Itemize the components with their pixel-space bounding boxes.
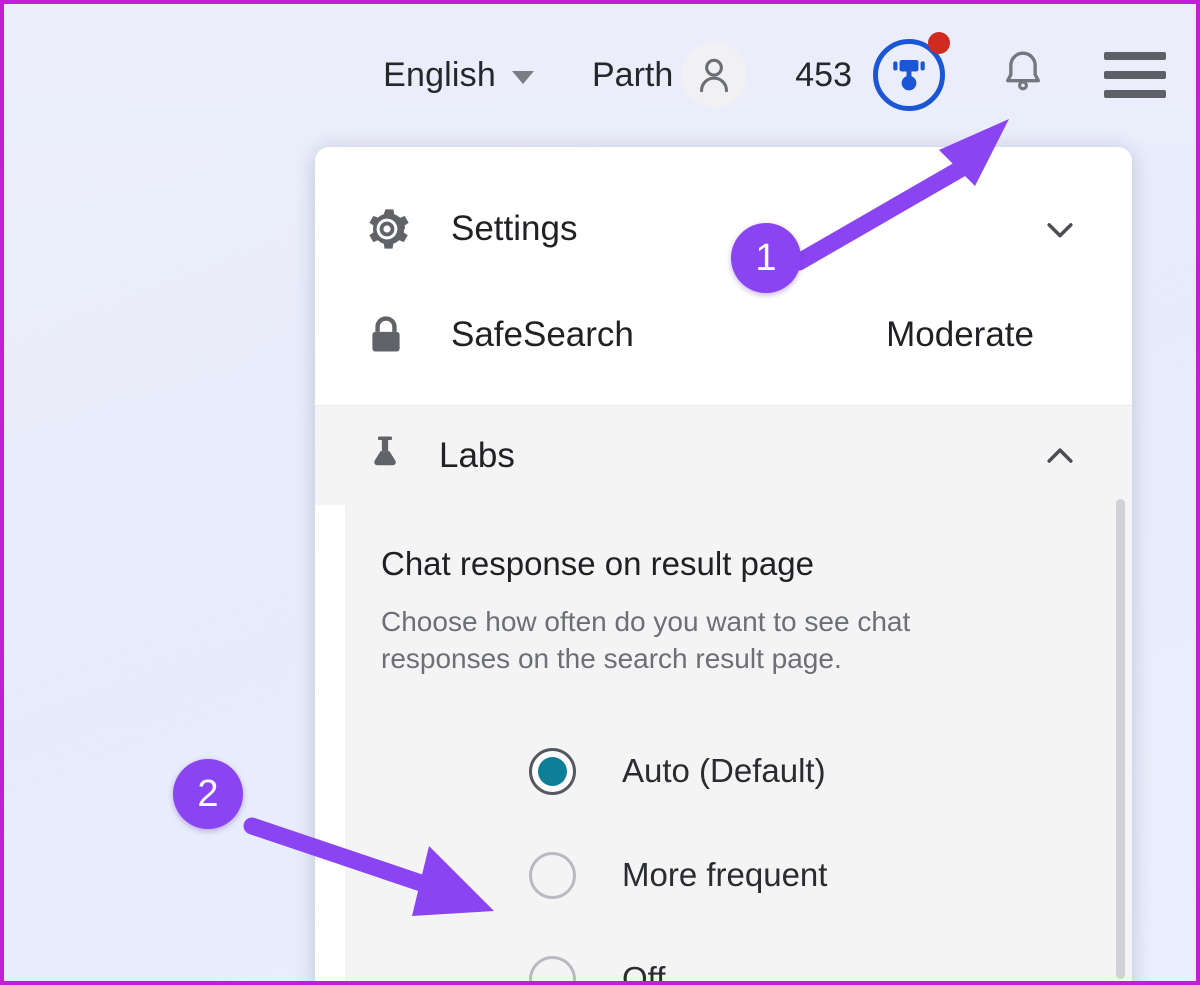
radio-button-off[interactable] <box>529 955 576 981</box>
hamburger-line <box>1104 71 1166 79</box>
radio-option-off[interactable]: Off <box>381 927 1132 985</box>
radio-option-auto[interactable]: Auto (Default) <box>381 719 1132 823</box>
lock-icon <box>363 312 419 358</box>
top-bar: English Parth 453 <box>8 8 1192 142</box>
annotation-marker-label: 2 <box>173 759 243 829</box>
bell-icon <box>1006 51 1040 90</box>
annotation-marker-label: 1 <box>731 223 801 293</box>
section-description: Choose how often do you want to see chat… <box>381 606 911 675</box>
menu-item-safesearch[interactable]: SafeSearch Moderate <box>315 283 1132 387</box>
person-icon <box>700 58 729 93</box>
annotation-marker-1: 1 <box>731 223 801 293</box>
notifications-button[interactable] <box>996 46 1050 105</box>
account-name: Parth <box>592 55 674 94</box>
account-menu[interactable]: Parth <box>592 42 748 108</box>
chevron-down-icon[interactable] <box>1038 209 1082 249</box>
panel-scrollbar[interactable] <box>1116 499 1125 979</box>
notification-dot <box>928 32 950 54</box>
panel-left-gutter <box>315 505 345 981</box>
section-title: Chat response on result page <box>381 545 814 582</box>
radio-button-auto[interactable] <box>529 747 576 795</box>
language-label: English <box>383 55 496 94</box>
menu-item-labs[interactable]: Labs <box>315 405 1132 505</box>
hamburger-menu-icon[interactable] <box>1104 52 1166 98</box>
menu-item-value: Moderate <box>886 315 1034 354</box>
flask-icon <box>363 431 407 480</box>
chat-response-radio-group: Auto (Default) More frequent Off <box>381 719 1132 985</box>
chevron-down-icon <box>512 70 534 84</box>
radio-label: More frequent <box>622 856 828 894</box>
rewards-badge-button[interactable] <box>870 32 950 114</box>
menu-item-label: SafeSearch <box>451 315 634 354</box>
labs-section-body: Chat response on result page Choose how … <box>315 505 1132 985</box>
radio-label: Auto (Default) <box>622 752 826 790</box>
chevron-up-icon[interactable] <box>1038 436 1082 476</box>
avatar[interactable] <box>681 42 748 108</box>
gear-icon <box>363 205 419 253</box>
hamburger-line <box>1104 90 1166 98</box>
settings-dropdown-panel: Settings SafeSearch Moderate Labs Chat r… <box>315 147 1132 985</box>
screenshot-frame: English Parth 453 Settings SafeSearch Mo… <box>0 0 1200 985</box>
points-count: 453 <box>795 55 852 94</box>
language-selector[interactable]: English <box>383 56 534 95</box>
radio-label: Off <box>622 960 666 985</box>
menu-item-label: Labs <box>439 435 515 475</box>
menu-item-settings[interactable]: Settings <box>315 177 1132 281</box>
radio-option-more-frequent[interactable]: More frequent <box>381 823 1132 927</box>
hamburger-line <box>1104 52 1166 60</box>
radio-button-more-frequent[interactable] <box>529 851 576 899</box>
annotation-marker-2: 2 <box>173 759 243 829</box>
